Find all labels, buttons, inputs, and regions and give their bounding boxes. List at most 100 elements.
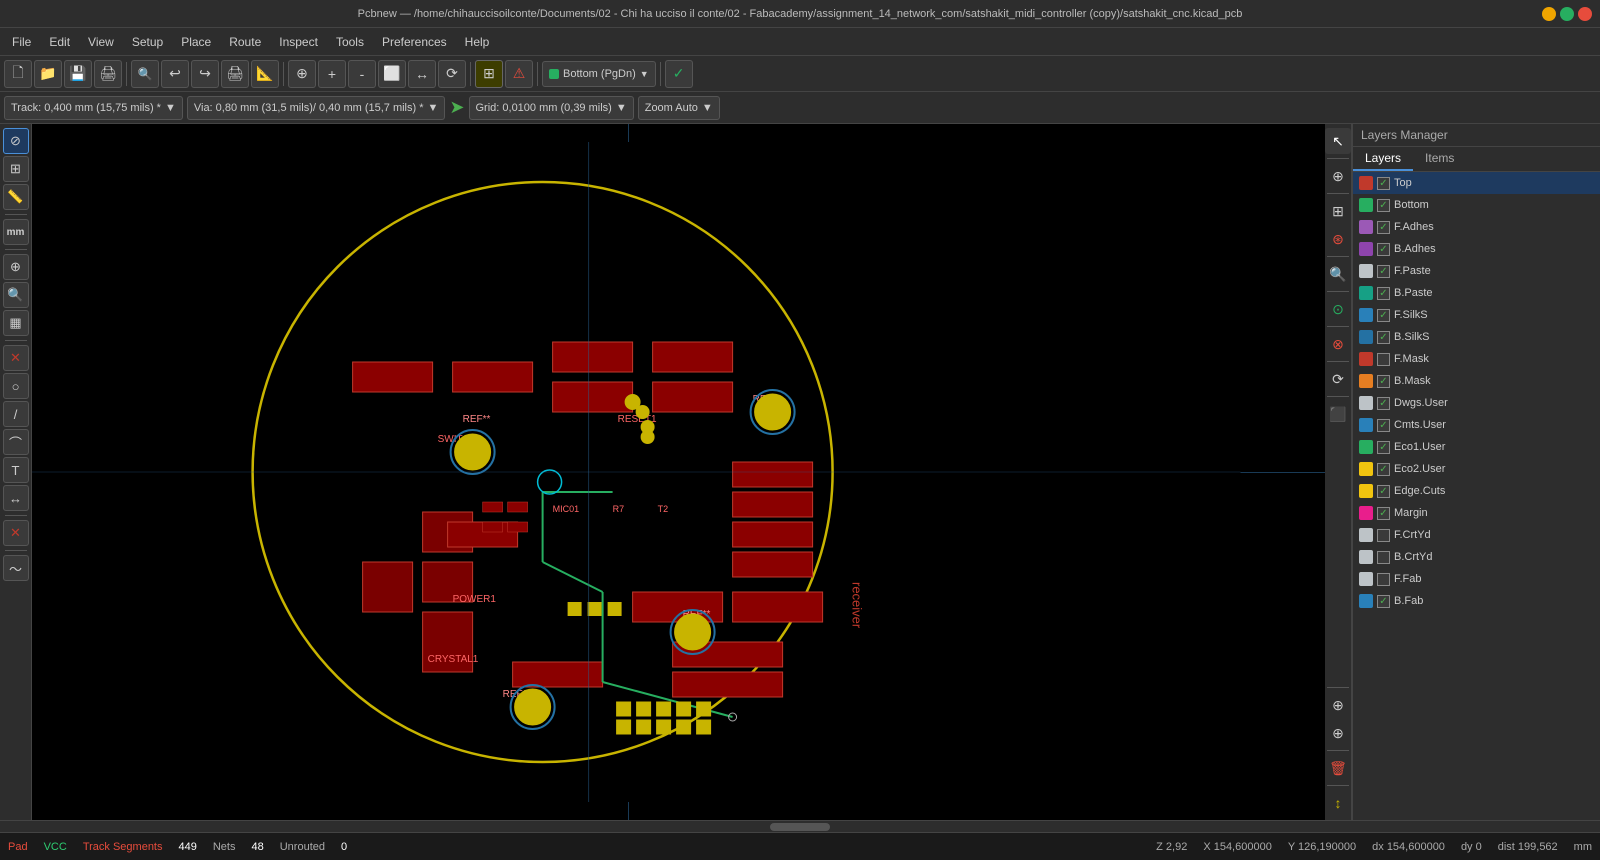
zoom-prev-btn[interactable]: ↔ bbox=[408, 60, 436, 88]
refresh-btn[interactable]: ⟳ bbox=[438, 60, 466, 88]
menu-view[interactable]: View bbox=[80, 32, 122, 52]
layer-row-b-silks[interactable]: B.SilkS bbox=[1353, 326, 1600, 348]
route-tool[interactable]: ✕ bbox=[3, 345, 29, 371]
layer-check-b-paste[interactable] bbox=[1377, 287, 1390, 300]
layer-row-margin[interactable]: Margin bbox=[1353, 502, 1600, 524]
inspect-tool[interactable]: 🔍 bbox=[3, 282, 29, 308]
zoom-in2-btn[interactable]: + bbox=[318, 60, 346, 88]
draw-tool[interactable]: / bbox=[3, 401, 29, 427]
layer-row-b-mask[interactable]: B.Mask bbox=[1353, 370, 1600, 392]
layers-tool[interactable]: ▦ bbox=[3, 310, 29, 336]
move-icon-btn[interactable]: ⊕ bbox=[1325, 692, 1351, 718]
menu-setup[interactable]: Setup bbox=[124, 32, 171, 52]
layer-check-bottom[interactable] bbox=[1377, 199, 1390, 212]
h-scroll-thumb[interactable] bbox=[770, 823, 830, 831]
inspect-icon-btn[interactable]: 🔍 bbox=[1325, 261, 1351, 287]
net-icon-btn[interactable]: ⊛ bbox=[1325, 226, 1351, 252]
origin-icon-btn[interactable]: ⊕ bbox=[1325, 720, 1351, 746]
save-btn[interactable]: 💾 bbox=[64, 60, 92, 88]
open-btn[interactable]: 📁 bbox=[34, 60, 62, 88]
menu-edit[interactable]: Edit bbox=[41, 32, 78, 52]
menu-file[interactable]: File bbox=[4, 32, 39, 52]
select-tool[interactable]: ⊘ bbox=[3, 128, 29, 154]
board-icon-btn[interactable]: ⬛ bbox=[1325, 401, 1351, 427]
layer-check-f-adhes[interactable] bbox=[1377, 221, 1390, 234]
layer-check-f-crtyd[interactable] bbox=[1377, 529, 1390, 542]
layer-check-top[interactable] bbox=[1377, 177, 1390, 190]
via-select[interactable]: Via: 0,80 mm (31,5 mils)/ 0,40 mm (15,7 … bbox=[187, 96, 446, 120]
menu-preferences[interactable]: Preferences bbox=[374, 32, 455, 52]
layer-row-f-paste[interactable]: F.Paste bbox=[1353, 260, 1600, 282]
layer-row-edge-cuts[interactable]: Edge.Cuts bbox=[1353, 480, 1600, 502]
layer-row-bottom[interactable]: Bottom bbox=[1353, 194, 1600, 216]
layer-row-f-adhes[interactable]: F.Adhes bbox=[1353, 216, 1600, 238]
layer-check-f-silks[interactable] bbox=[1377, 309, 1390, 322]
via-tool[interactable]: ○ bbox=[3, 373, 29, 399]
align-tool[interactable]: ⊕ bbox=[3, 254, 29, 280]
grid-tool[interactable]: ⊞ bbox=[3, 156, 29, 182]
delete-icon-btn[interactable]: 🗑 bbox=[1325, 755, 1351, 781]
layer-dropdown[interactable]: Bottom (PgDn) ▼ bbox=[542, 61, 656, 87]
text-tool[interactable]: T bbox=[3, 457, 29, 483]
h-scrollbar[interactable] bbox=[0, 820, 1600, 832]
pcb-canvas-area[interactable]: SWITCH1 RESET1 MIC01 R7 T2 POWER1 CRYSTA… bbox=[32, 124, 1325, 820]
maximize-btn[interactable] bbox=[1560, 7, 1574, 21]
layer-check-b-mask[interactable] bbox=[1377, 375, 1390, 388]
measure-tool[interactable]: 📏 bbox=[3, 184, 29, 210]
layer-check-cmts-user[interactable] bbox=[1377, 419, 1390, 432]
undo-btn[interactable]: ↩ bbox=[161, 60, 189, 88]
layer-row-cmts-user[interactable]: Cmts.User bbox=[1353, 414, 1600, 436]
circle-icon-btn[interactable]: ⊙ bbox=[1325, 296, 1351, 322]
drc2-btn[interactable]: ✓ bbox=[665, 60, 693, 88]
menu-tools[interactable]: Tools bbox=[328, 32, 372, 52]
layer-check-f-fab[interactable] bbox=[1377, 573, 1390, 586]
redo-btn[interactable]: ↪ bbox=[191, 60, 219, 88]
menu-route[interactable]: Route bbox=[221, 32, 269, 52]
layer-row-f-mask[interactable]: F.Mask bbox=[1353, 348, 1600, 370]
layer-check-b-adhes[interactable] bbox=[1377, 243, 1390, 256]
menu-place[interactable]: Place bbox=[173, 32, 219, 52]
drc-btn[interactable]: ⚠ bbox=[505, 60, 533, 88]
comp-tool[interactable]: ✕ bbox=[3, 520, 29, 546]
zoom-in-btn[interactable]: 🔍 bbox=[131, 60, 159, 88]
menu-inspect[interactable]: Inspect bbox=[271, 32, 326, 52]
grid-select[interactable]: Grid: 0,0100 mm (0,39 mils) ▼ bbox=[469, 96, 634, 120]
layer-row-f-fab[interactable]: F.Fab bbox=[1353, 568, 1600, 590]
select-icon-btn[interactable]: ↖ bbox=[1325, 128, 1351, 154]
layer-check-f-paste[interactable] bbox=[1377, 265, 1390, 278]
layer-check-b-crtyd[interactable] bbox=[1377, 551, 1390, 564]
minimize-btn[interactable] bbox=[1542, 7, 1556, 21]
layer-row-f-crtyd[interactable]: F.CrtYd bbox=[1353, 524, 1600, 546]
color-icon-btn[interactable]: ⊕ bbox=[1325, 163, 1351, 189]
dim-tool[interactable]: ↔ bbox=[3, 485, 29, 511]
flip-icon-btn[interactable]: ↕ bbox=[1325, 790, 1351, 816]
layer-check-edge-cuts[interactable] bbox=[1377, 485, 1390, 498]
layer-check-dwgs-user[interactable] bbox=[1377, 397, 1390, 410]
layer-check-eco1-user[interactable] bbox=[1377, 441, 1390, 454]
layer-check-b-silks[interactable] bbox=[1377, 331, 1390, 344]
layer-row-b-adhes[interactable]: B.Adhes bbox=[1353, 238, 1600, 260]
pcb-view[interactable]: SWITCH1 RESET1 MIC01 R7 T2 POWER1 CRYSTA… bbox=[32, 142, 1240, 802]
wave-tool[interactable]: 〜 bbox=[3, 555, 29, 581]
print-btn[interactable]: 🖨 bbox=[94, 60, 122, 88]
layer-row-b-crtyd[interactable]: B.CrtYd bbox=[1353, 546, 1600, 568]
layer-check-eco2-user[interactable] bbox=[1377, 463, 1390, 476]
layer-check-margin[interactable] bbox=[1377, 507, 1390, 520]
drc-icon-btn[interactable]: ⟳ bbox=[1325, 366, 1351, 392]
layer-row-b-paste[interactable]: B.Paste bbox=[1353, 282, 1600, 304]
layer-check-b-fab[interactable] bbox=[1377, 595, 1390, 608]
tab-layers[interactable]: Layers bbox=[1353, 147, 1413, 171]
mm-tool[interactable]: mm bbox=[3, 219, 29, 245]
plot-btn[interactable]: 📐 bbox=[251, 60, 279, 88]
layer-row-eco2-user[interactable]: Eco2.User bbox=[1353, 458, 1600, 480]
zoom-select[interactable]: Zoom Auto ▼ bbox=[638, 96, 720, 120]
close-btn[interactable] bbox=[1578, 7, 1592, 21]
print2-btn[interactable]: 🖨 bbox=[221, 60, 249, 88]
layer-check-f-mask[interactable] bbox=[1377, 353, 1390, 366]
route-icon-btn[interactable]: ⊗ bbox=[1325, 331, 1351, 357]
layer-row-b-fab[interactable]: B.Fab bbox=[1353, 590, 1600, 612]
arc-tool[interactable]: ⌒ bbox=[3, 429, 29, 455]
zoom-out-btn[interactable]: - bbox=[348, 60, 376, 88]
layer-row-top[interactable]: Top bbox=[1353, 172, 1600, 194]
layer-row-dwgs-user[interactable]: Dwgs.User bbox=[1353, 392, 1600, 414]
